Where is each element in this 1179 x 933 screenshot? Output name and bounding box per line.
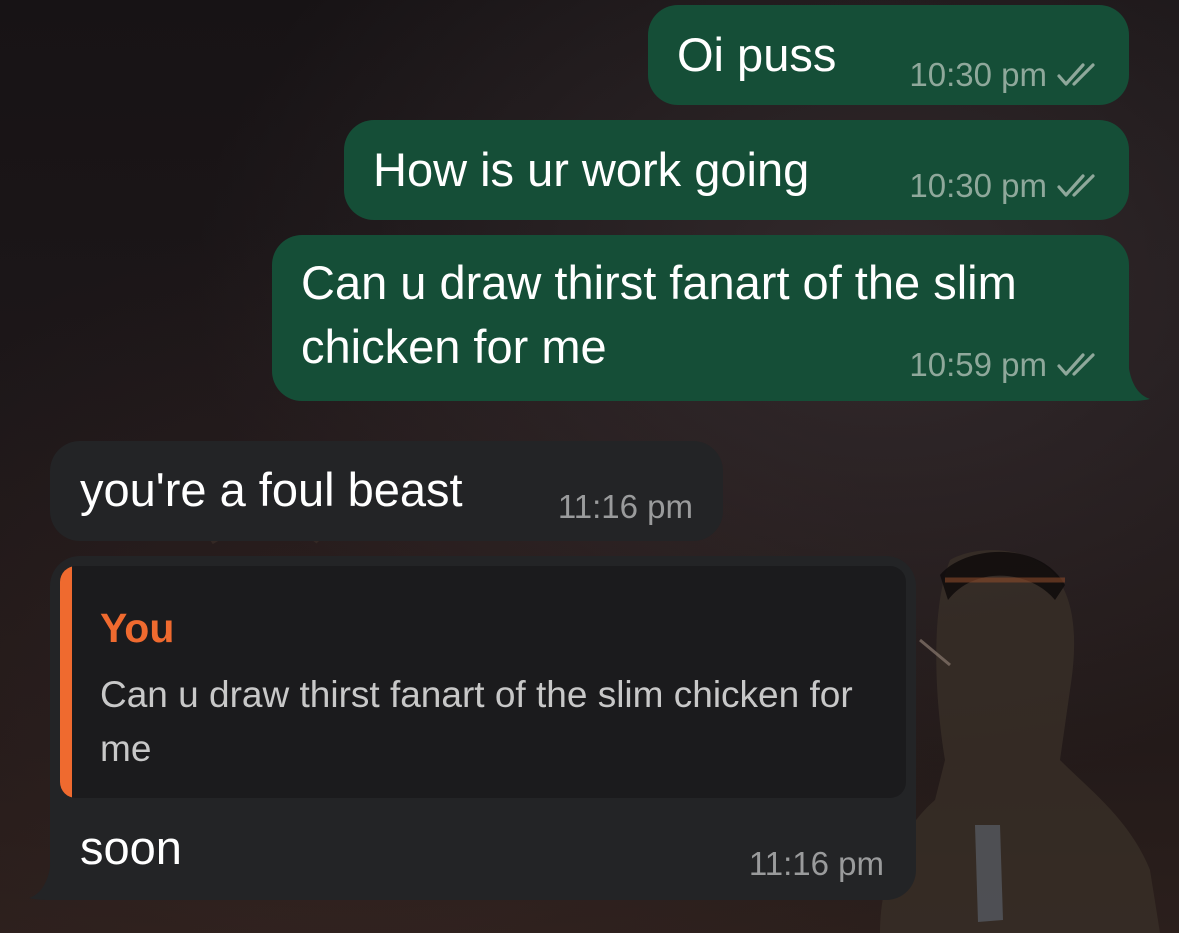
- message-time: 10:59 pm: [909, 346, 1047, 383]
- message-meta: 11:16 pm: [558, 489, 693, 525]
- message-meta: 10:59 pm: [909, 347, 1101, 383]
- message-bubble-incoming[interactable]: you're a foul beast 11:16 pm: [50, 441, 723, 541]
- message-text: How is ur work going: [373, 143, 810, 196]
- reply-quote-text: Can u draw thirst fanart of the slim chi…: [100, 674, 853, 769]
- message-meta: 11:16 pm: [749, 846, 884, 882]
- double-check-icon: [1057, 63, 1095, 86]
- message-text: you're a foul beast: [80, 463, 463, 516]
- message-text: soon: [80, 821, 182, 874]
- double-check-icon: [1057, 353, 1095, 376]
- message-time: 10:30 pm: [909, 167, 1047, 204]
- reply-quote-author: You: [100, 605, 175, 651]
- bubble-tail: [29, 860, 51, 900]
- message-bubble-outgoing[interactable]: How is ur work going 10:30 pm: [344, 120, 1129, 220]
- reply-quote-accent-bar: [60, 566, 72, 798]
- message-time: 11:16 pm: [748, 845, 884, 882]
- message-time: 11:16 pm: [557, 488, 693, 525]
- message-meta: 10:30 pm: [909, 168, 1101, 204]
- message-meta: 10:30 pm: [909, 57, 1101, 93]
- message-time: 10:30 pm: [909, 56, 1047, 93]
- message-text: Oi puss: [677, 28, 837, 81]
- message-bubble-outgoing[interactable]: Oi puss 10:30 pm: [648, 5, 1129, 105]
- message-bubble-outgoing[interactable]: Can u draw thirst fanart of the slim chi…: [272, 235, 1129, 401]
- bubble-tail: [1128, 361, 1150, 401]
- message-bubble-incoming[interactable]: You Can u draw thirst fanart of the slim…: [50, 556, 916, 900]
- reply-quote[interactable]: You Can u draw thirst fanart of the slim…: [60, 566, 906, 798]
- double-check-icon: [1057, 174, 1095, 197]
